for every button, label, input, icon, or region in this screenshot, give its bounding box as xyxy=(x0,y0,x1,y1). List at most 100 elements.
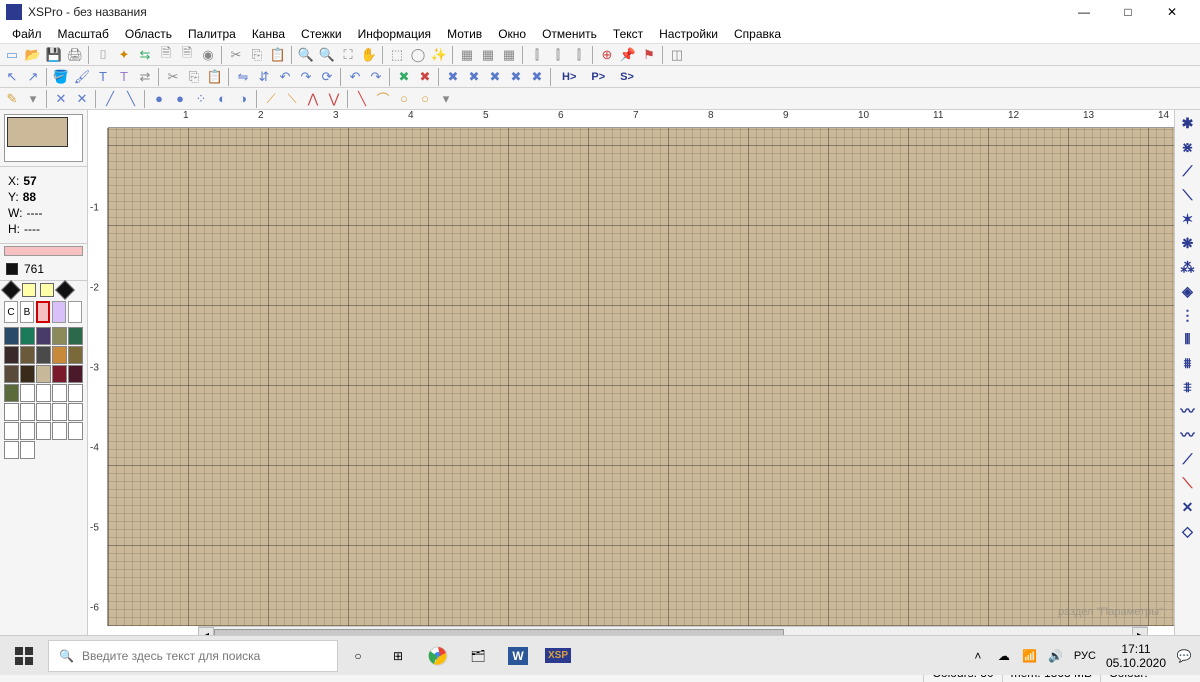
dot3-icon[interactable]: ◐ xyxy=(212,89,232,109)
scan-icon[interactable]: ⌷ xyxy=(93,45,113,65)
bs3-icon[interactable]: ○ xyxy=(394,89,414,109)
start-button[interactable] xyxy=(0,636,48,676)
palette-cell-30[interactable] xyxy=(4,441,19,459)
picker-icon[interactable]: ↗ xyxy=(23,67,43,87)
bs2-icon[interactable]: ⌒ xyxy=(373,89,393,109)
x1-icon[interactable]: ✕ xyxy=(51,89,71,109)
zoom-in-icon[interactable]: 🔍 xyxy=(296,45,316,65)
stitch-type-2[interactable]: ⟋ xyxy=(1177,160,1199,182)
palette-cell-10[interactable] xyxy=(4,365,19,383)
palette-cell-6[interactable] xyxy=(20,346,35,364)
xspro-task-icon[interactable]: XSP xyxy=(538,636,578,676)
pen-icon[interactable]: ✎ xyxy=(2,89,22,109)
minimize-button[interactable]: — xyxy=(1062,0,1106,24)
palette-cell-28[interactable] xyxy=(52,422,67,440)
d1-icon[interactable]: ╱ xyxy=(100,89,120,109)
stitch-type-3[interactable]: ⟍ xyxy=(1177,184,1199,206)
lang-indicator[interactable]: РУС xyxy=(1074,648,1096,664)
redo-icon[interactable]: ↷ xyxy=(366,67,386,87)
menu-информация[interactable]: Информация xyxy=(350,25,439,43)
palette-cell-13[interactable] xyxy=(52,365,67,383)
palette-cell-23[interactable] xyxy=(52,403,67,421)
palette-cell-0[interactable] xyxy=(4,327,19,345)
shape-diamond[interactable] xyxy=(1,280,21,300)
ruler2-icon[interactable]: ⫿ xyxy=(548,45,568,65)
palette-cell-22[interactable] xyxy=(36,403,51,421)
grid2-icon[interactable]: ▦ xyxy=(478,45,498,65)
palette-cell-26[interactable] xyxy=(20,422,35,440)
sp1-icon[interactable]: ⟋ xyxy=(261,89,281,109)
clock[interactable]: 17:11 05.10.2020 xyxy=(1106,642,1166,670)
maximize-button[interactable]: □ xyxy=(1106,0,1150,24)
palette-cell-15[interactable] xyxy=(4,384,19,402)
stitch-type-9[interactable]: ⫴ xyxy=(1177,328,1199,350)
chrome-icon[interactable] xyxy=(418,636,458,676)
rotate-r-icon[interactable]: ↷ xyxy=(296,67,316,87)
menu-мотив[interactable]: Мотив xyxy=(439,25,490,43)
palette-cell-11[interactable] xyxy=(20,365,35,383)
palette-cell-17[interactable] xyxy=(36,384,51,402)
bs4-icon[interactable]: ○ xyxy=(415,89,435,109)
menu-файл[interactable]: Файл xyxy=(4,25,50,43)
onedrive-icon[interactable]: ☁ xyxy=(996,648,1012,664)
tb-S>[interactable]: S> xyxy=(613,67,641,87)
flip-h-icon[interactable]: ⇋ xyxy=(233,67,253,87)
palette-cell-21[interactable] xyxy=(20,403,35,421)
stitch-type-14[interactable]: ⟋ xyxy=(1177,448,1199,470)
dd[interactable]: ▾ xyxy=(23,89,43,109)
stamp-icon[interactable]: ◉ xyxy=(198,45,218,65)
rotate-l-icon[interactable]: ↶ xyxy=(275,67,295,87)
copy-icon[interactable]: ⎘ xyxy=(247,45,267,65)
del-x2-icon[interactable]: ✖ xyxy=(415,67,435,87)
pin-icon[interactable]: 📌 xyxy=(618,45,638,65)
paste-icon[interactable]: 📋 xyxy=(268,45,288,65)
new-icon[interactable]: ▭ xyxy=(2,45,22,65)
cortana-icon[interactable]: ○ xyxy=(338,636,378,676)
palette-cell-9[interactable] xyxy=(68,346,83,364)
stitch-type-1[interactable]: ⋇ xyxy=(1177,136,1199,158)
xb2-icon[interactable]: ✖ xyxy=(464,67,484,87)
stitch-type-16[interactable]: ✕ xyxy=(1177,496,1199,518)
dot4-icon[interactable]: ◑ xyxy=(233,89,253,109)
stitch-type-12[interactable]: 〰 xyxy=(1177,400,1199,422)
palette-cell-2[interactable] xyxy=(36,327,51,345)
flag-icon[interactable]: ⚑ xyxy=(639,45,659,65)
palette-cell-7[interactable] xyxy=(36,346,51,364)
menu-масштаб[interactable]: Масштаб xyxy=(50,25,117,43)
cb-cell-3[interactable] xyxy=(52,301,66,323)
palette-cell-12[interactable] xyxy=(36,365,51,383)
notifications-icon[interactable]: 💬 xyxy=(1176,648,1192,664)
cb-cell-4[interactable] xyxy=(68,301,82,323)
menu-область[interactable]: Область xyxy=(117,25,180,43)
dd2[interactable]: ▾ xyxy=(436,89,456,109)
palette-cell-25[interactable] xyxy=(4,422,19,440)
palette-cell-3[interactable] xyxy=(52,327,67,345)
ruler3-icon[interactable]: ⫿ xyxy=(569,45,589,65)
volume-icon[interactable]: 🔊 xyxy=(1048,648,1064,664)
tb-H>[interactable]: H> xyxy=(555,67,583,87)
zoom-fit-icon[interactable]: ⛶ xyxy=(338,45,358,65)
flip-v-icon[interactable]: ⇵ xyxy=(254,67,274,87)
palette-cell-24[interactable] xyxy=(68,403,83,421)
undo-icon[interactable]: ↶ xyxy=(345,67,365,87)
stitch-type-0[interactable]: ✱ xyxy=(1177,112,1199,134)
palette-cell-31[interactable] xyxy=(20,441,35,459)
search-box[interactable]: 🔍 Введите здесь текст для поиска xyxy=(48,640,338,672)
copy2-icon[interactable]: ⎘ xyxy=(184,67,204,87)
tb-P>[interactable]: P> xyxy=(584,67,612,87)
stitch-type-8[interactable]: ⋮ xyxy=(1177,304,1199,326)
stitch-type-17[interactable]: ◇ xyxy=(1177,520,1199,542)
sp2-icon[interactable]: ⟍ xyxy=(282,89,302,109)
dots-icon[interactable]: ⁘ xyxy=(191,89,211,109)
shape-square[interactable] xyxy=(22,283,36,297)
stitch-type-6[interactable]: ⁂ xyxy=(1177,256,1199,278)
d2-icon[interactable]: ╲ xyxy=(121,89,141,109)
xb4-icon[interactable]: ✖ xyxy=(506,67,526,87)
cb-cell-1[interactable]: В xyxy=(20,301,34,323)
doc2-icon[interactable]: 🗎 xyxy=(177,45,197,65)
x2-icon[interactable]: ✕ xyxy=(72,89,92,109)
cut-icon[interactable]: ✂ xyxy=(226,45,246,65)
word-icon[interactable]: W xyxy=(498,636,538,676)
wizard-icon[interactable]: ✦ xyxy=(114,45,134,65)
palette-cell-8[interactable] xyxy=(52,346,67,364)
